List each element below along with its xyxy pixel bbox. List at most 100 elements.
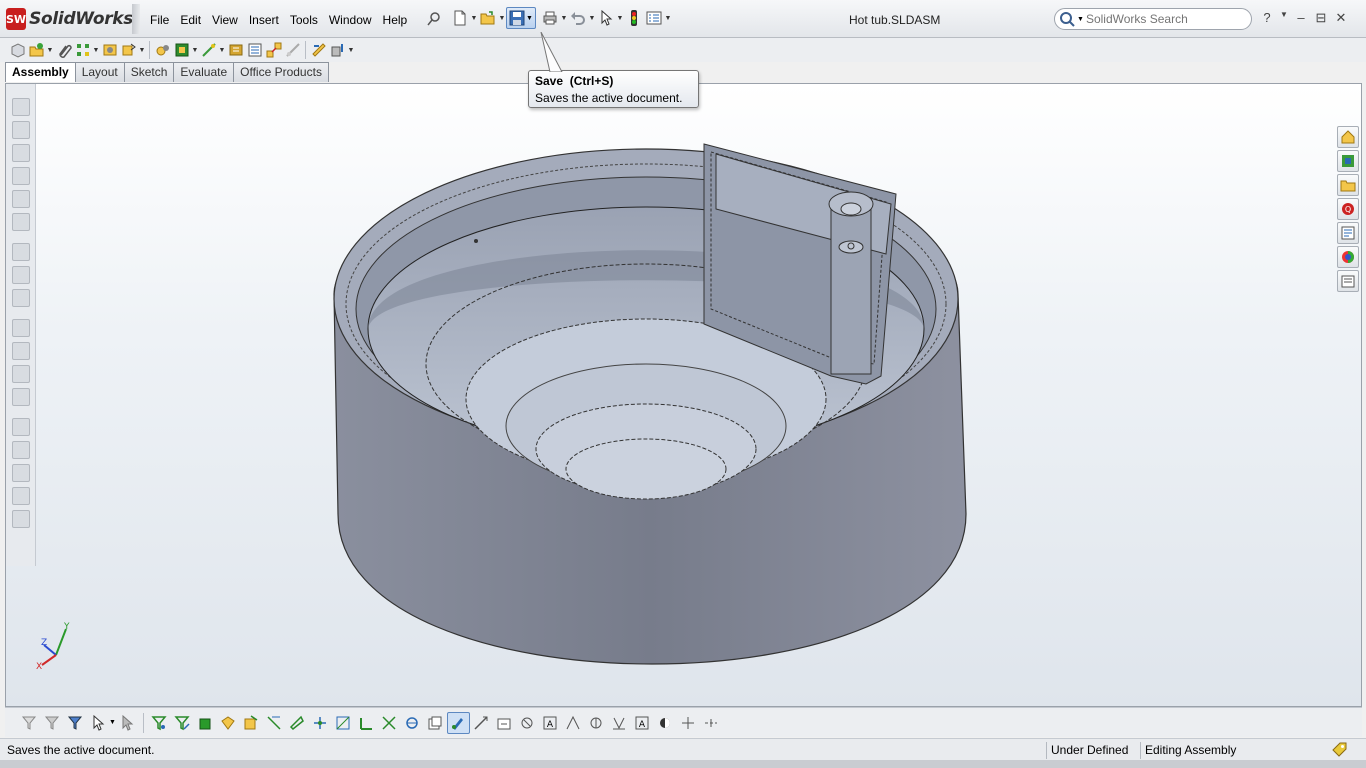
panel-tool-icon[interactable] — [12, 289, 30, 307]
edit-component-button[interactable] — [8, 40, 27, 60]
panel-tool-icon[interactable] — [12, 98, 30, 116]
menu-help[interactable]: Help — [378, 11, 413, 29]
rebuild-button[interactable] — [624, 7, 644, 29]
viewport-restore-button[interactable]: ⊟ — [1305, 84, 1329, 86]
selection-filter-button[interactable] — [63, 712, 86, 734]
help-dropdown-arrow[interactable]: ▼ — [1277, 10, 1291, 26]
reference-geometry-dropdown[interactable]: ▼ — [218, 47, 226, 54]
panel-tool-icon[interactable] — [12, 441, 30, 459]
help-button[interactable]: ? — [1257, 10, 1277, 26]
filter-center-marks-button[interactable] — [378, 712, 401, 734]
panel-tool-icon[interactable] — [12, 510, 30, 528]
apply-scene-dropdown[interactable]: ▼ — [802, 84, 810, 88]
filter-dimensions-button[interactable] — [401, 712, 424, 734]
display-style-dropdown[interactable]: ▼ — [726, 84, 734, 88]
search-dropdown-arrow[interactable]: ▼ — [1077, 16, 1084, 23]
tab-office-products[interactable]: Office Products — [233, 62, 329, 82]
viewport-minimize-button[interactable]: ‒ — [1281, 84, 1305, 86]
filter-faces-button[interactable] — [194, 712, 217, 734]
task-pane-search[interactable]: Q — [1337, 198, 1359, 220]
task-pane-custom-properties[interactable] — [1337, 270, 1359, 292]
search-input[interactable] — [1085, 12, 1246, 26]
filter-center-lines-button[interactable] — [700, 712, 723, 734]
smart-fasteners-button[interactable] — [100, 40, 119, 60]
task-pane-view-palette[interactable] — [1337, 222, 1359, 244]
filter-toggle-button[interactable] — [17, 712, 40, 734]
select-button[interactable] — [596, 7, 616, 29]
menu-insert[interactable]: Insert — [244, 11, 284, 29]
reference-geometry-button[interactable] — [199, 40, 218, 60]
linear-pattern-dropdown[interactable]: ▼ — [92, 47, 100, 54]
solidworks-logo[interactable]: SW SolidWorks — [6, 7, 133, 31]
graphics-area[interactable]: ‒ ⊟ ✕ Q ▼ ▼ ▼ ▼ — [5, 83, 1362, 707]
search-icon[interactable] — [1059, 11, 1077, 27]
select-dropdown-arrow[interactable]: ▼ — [616, 7, 624, 29]
panel-tool-icon[interactable] — [12, 342, 30, 360]
close-button[interactable]: ✕ — [1331, 10, 1351, 26]
menu-window[interactable]: Window — [324, 11, 377, 29]
filter-surface-finish-button[interactable]: A — [539, 712, 562, 734]
print-dropdown-arrow[interactable]: ▼ — [560, 7, 568, 29]
insert-components-dropdown[interactable]: ▼ — [46, 47, 54, 54]
panel-tool-icon[interactable] — [12, 418, 30, 436]
filter-axes-button[interactable] — [263, 712, 286, 734]
panel-tool-icon[interactable] — [12, 487, 30, 505]
task-pane-file-explorer[interactable] — [1337, 174, 1359, 196]
open-button[interactable] — [478, 7, 498, 29]
move-component-button[interactable] — [119, 40, 138, 60]
save-dropdown-arrow[interactable]: ▼ — [526, 15, 533, 22]
filter-solid-bodies-button[interactable] — [217, 712, 240, 734]
new-dropdown-arrow[interactable]: ▼ — [470, 7, 478, 29]
task-pane-design-library[interactable] — [1337, 150, 1359, 172]
insert-components-button[interactable] — [27, 40, 46, 60]
pin-menu-icon[interactable] — [426, 11, 442, 27]
filter-planes-button[interactable] — [286, 712, 309, 734]
tab-assembly[interactable]: Assembly — [5, 62, 76, 82]
filter-blocks-button[interactable] — [608, 712, 631, 734]
explode-line-sketch-button[interactable] — [283, 40, 302, 60]
restore-button[interactable]: ⊟ — [1311, 10, 1331, 26]
instant3d-dropdown[interactable]: ▼ — [347, 47, 355, 54]
panel-tool-icon[interactable] — [12, 190, 30, 208]
search-box[interactable]: ▼ — [1054, 8, 1252, 30]
filter-weld-symbols-button[interactable] — [562, 712, 585, 734]
filter-datum-features-button[interactable] — [654, 712, 677, 734]
bill-of-materials-button[interactable] — [245, 40, 264, 60]
new-document-button[interactable] — [450, 7, 470, 29]
instant3d-button[interactable] — [328, 40, 347, 60]
tab-layout[interactable]: Layout — [74, 62, 125, 82]
filter-midpoints-button[interactable] — [355, 712, 378, 734]
filter-balloons-button[interactable]: A — [631, 712, 654, 734]
hide-show-dropdown[interactable]: ▼ — [754, 84, 762, 88]
menu-tools[interactable]: Tools — [285, 11, 323, 29]
panel-tool-icon[interactable] — [12, 319, 30, 337]
task-pane-home[interactable] — [1337, 126, 1359, 148]
filter-cosmetic-threads-button[interactable] — [516, 712, 539, 734]
viewport-close-button[interactable]: ✕ — [1329, 84, 1353, 86]
assembly-features-dropdown[interactable]: ▼ — [191, 47, 199, 54]
filter-components-button[interactable] — [240, 712, 263, 734]
assembly-features-button[interactable] — [172, 40, 191, 60]
panel-tool-icon[interactable] — [12, 121, 30, 139]
options-button[interactable] — [644, 7, 664, 29]
filter-all-button[interactable] — [40, 712, 63, 734]
pointer-dropdown[interactable]: ▼ — [109, 719, 116, 726]
options-dropdown-arrow[interactable]: ▼ — [664, 7, 672, 29]
move-component-dropdown[interactable]: ▼ — [138, 47, 146, 54]
mate-button[interactable] — [54, 40, 73, 60]
filter-gtol-button[interactable] — [585, 712, 608, 734]
tab-sketch[interactable]: Sketch — [123, 62, 175, 82]
rebuild-tag-icon[interactable] — [1330, 741, 1348, 759]
filter-edges-button[interactable] — [171, 712, 194, 734]
panel-tool-icon[interactable] — [12, 243, 30, 261]
panel-tool-icon[interactable] — [12, 266, 30, 284]
filter-hole-callouts-button[interactable] — [677, 712, 700, 734]
menu-edit[interactable]: Edit — [175, 11, 206, 29]
menu-file[interactable]: File — [145, 11, 174, 29]
panel-tool-icon[interactable] — [12, 167, 30, 185]
select-other-button[interactable] — [116, 712, 139, 734]
panel-tool-icon[interactable] — [12, 365, 30, 383]
hot-tub-model[interactable] — [326, 114, 976, 694]
filter-datum-targets-button[interactable] — [493, 712, 516, 734]
undo-button[interactable] — [568, 7, 588, 29]
